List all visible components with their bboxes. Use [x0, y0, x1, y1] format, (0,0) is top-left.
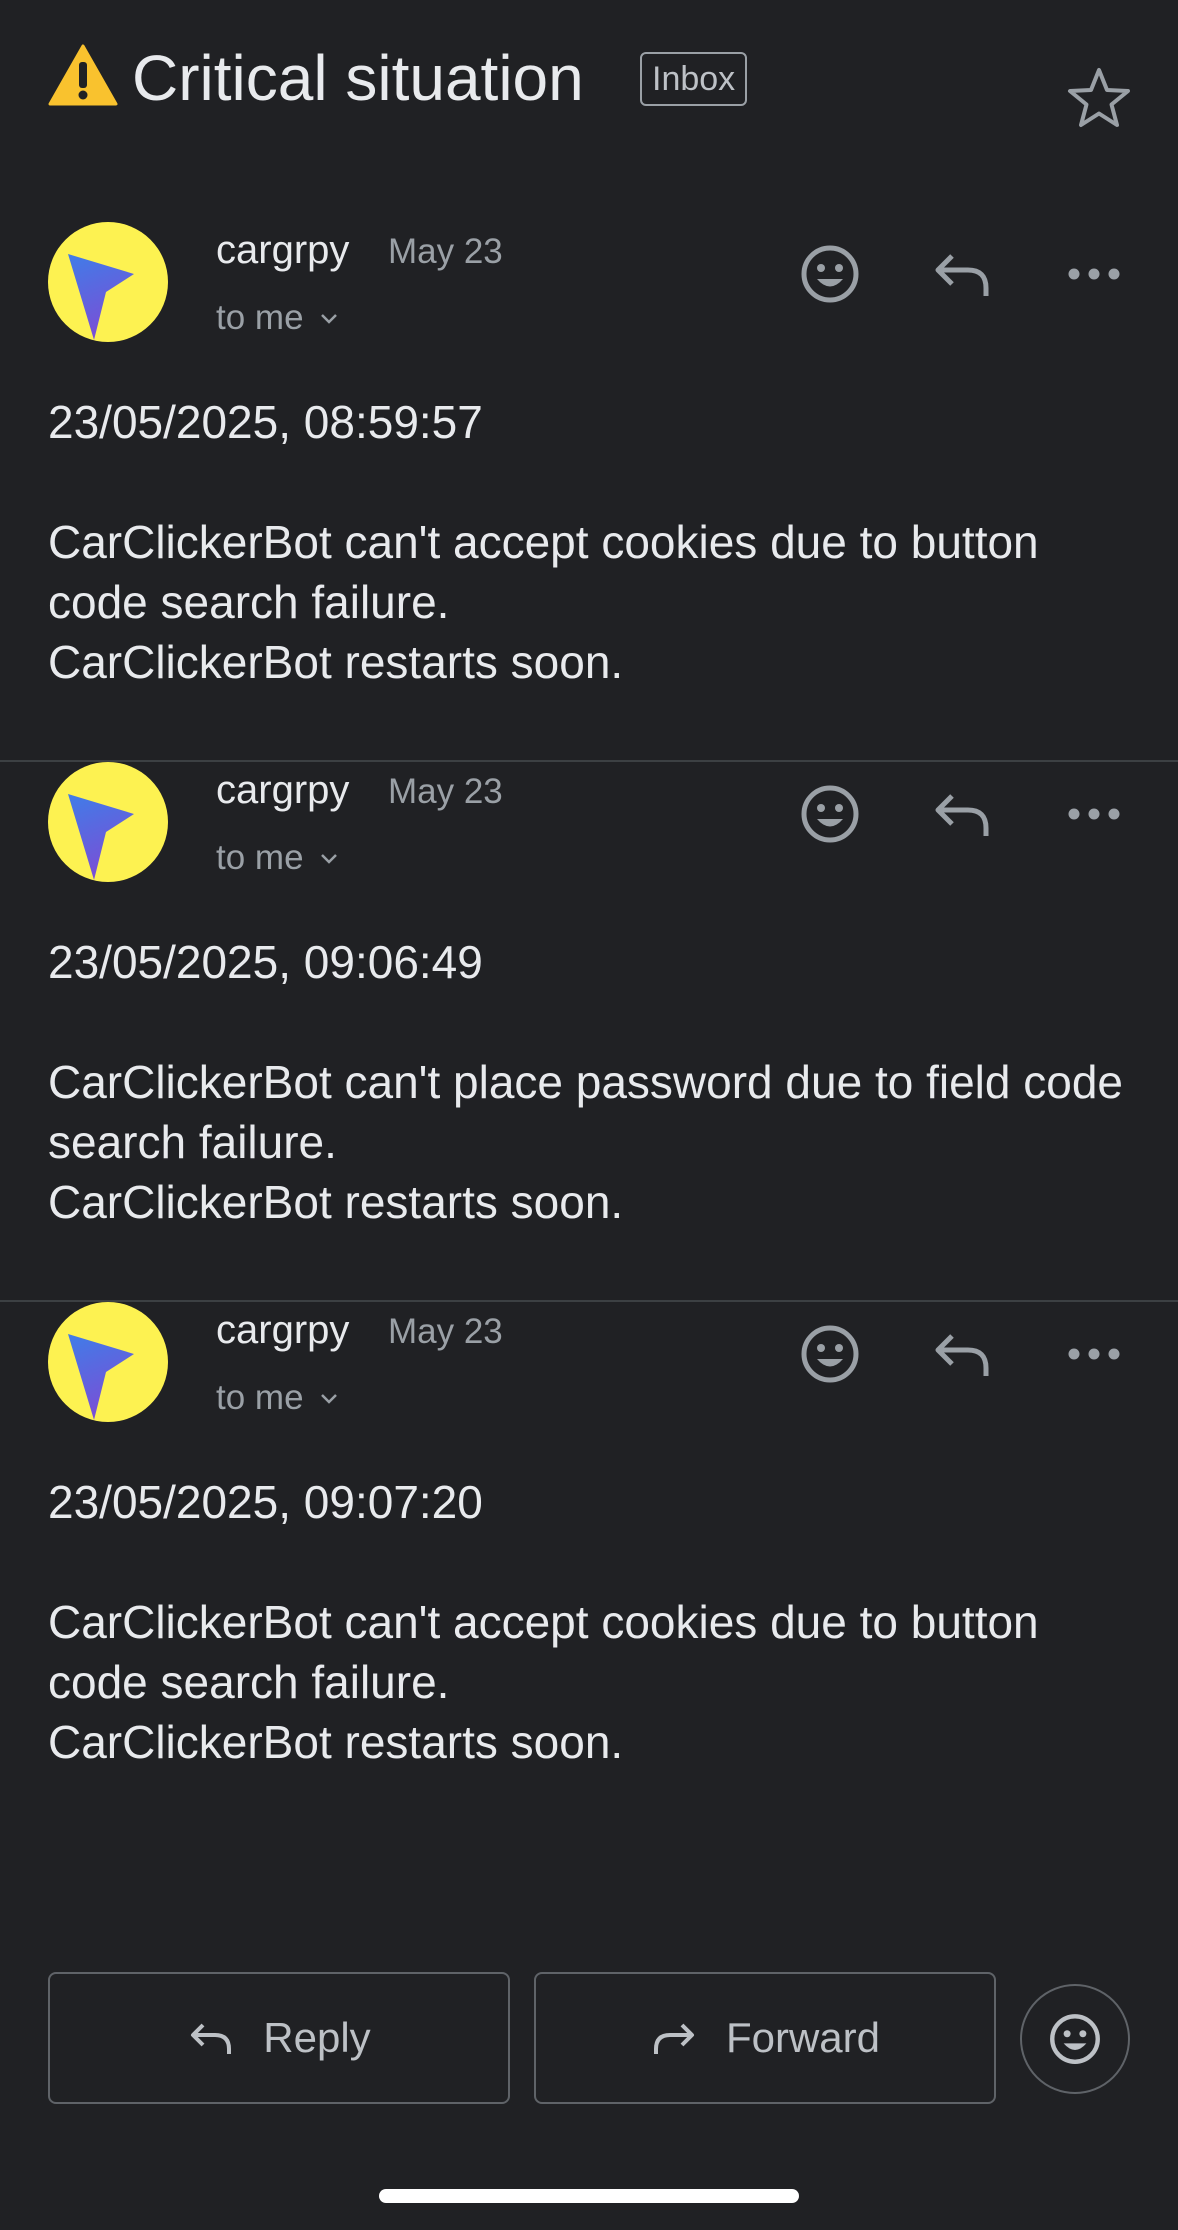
reply-icon[interactable]	[930, 1322, 994, 1386]
message-date: May 23	[388, 1312, 503, 1351]
message-body: 23/05/2025, 09:07:20 CarClickerBot can't…	[48, 1476, 1039, 1768]
recipient-label: to me	[216, 298, 304, 337]
more-horizontal-icon[interactable]	[1062, 1322, 1126, 1386]
navigation-arrow-icon	[68, 794, 134, 880]
warning-icon	[48, 44, 118, 106]
forward-button-label: Forward	[725, 2014, 881, 2061]
avatar[interactable]	[48, 222, 168, 342]
recipient-toggle[interactable]: to me	[216, 1376, 340, 1420]
emoji-reaction-button[interactable]	[1020, 1984, 1130, 2094]
chevron-down-icon	[320, 1394, 337, 1404]
message-body: 23/05/2025, 09:06:49 CarClickerBot can't…	[48, 936, 1124, 1228]
recipient-label: to me	[216, 1378, 304, 1417]
sender-name: cargrpy	[216, 768, 350, 812]
email-thread-view: Critical situation Inbox cargrpy May 23 …	[0, 0, 1178, 2230]
navigation-arrow-icon	[68, 254, 134, 340]
reply-icon[interactable]	[930, 782, 994, 846]
avatar[interactable]	[48, 1302, 168, 1422]
recipient-toggle[interactable]: to me	[216, 836, 340, 880]
reply-button-label: Reply	[263, 2014, 371, 2061]
sender-name: cargrpy	[216, 228, 350, 272]
emoji-reaction-icon[interactable]	[798, 242, 862, 306]
home-indicator[interactable]	[379, 2189, 799, 2203]
message-item: cargrpy May 23 to me 23/05/2025, 09:07:2…	[0, 1302, 1178, 1842]
emoji-reaction-icon	[1050, 2014, 1100, 2064]
chevron-down-icon	[320, 854, 337, 864]
message-body: 23/05/2025, 08:59:57 CarClickerBot can't…	[48, 396, 1039, 688]
avatar[interactable]	[48, 762, 168, 882]
message-date: May 23	[388, 772, 503, 811]
recipient-label: to me	[216, 838, 304, 877]
more-horizontal-icon[interactable]	[1062, 782, 1126, 846]
more-horizontal-icon[interactable]	[1062, 242, 1126, 306]
recipient-toggle[interactable]: to me	[216, 296, 340, 340]
thread-subject: Critical situation	[132, 42, 584, 114]
star-outline-icon[interactable]	[1064, 64, 1134, 134]
forward-button[interactable]: Forward	[534, 1972, 996, 2104]
reply-icon	[191, 2023, 232, 2054]
message-date: May 23	[388, 232, 503, 271]
reply-icon[interactable]	[930, 242, 994, 306]
thread-header: Critical situation Inbox	[48, 40, 1130, 140]
message-item: cargrpy May 23 to me 23/05/2025, 08:59:5…	[0, 222, 1178, 762]
reply-button[interactable]: Reply	[48, 1972, 510, 2104]
sender-name: cargrpy	[216, 1308, 350, 1352]
chevron-down-icon	[320, 314, 337, 324]
inbox-label-badge[interactable]: Inbox	[640, 52, 748, 106]
emoji-reaction-icon[interactable]	[798, 1322, 862, 1386]
message-item: cargrpy May 23 to me 23/05/2025, 09:06:4…	[0, 762, 1178, 1302]
emoji-reaction-icon[interactable]	[798, 782, 862, 846]
navigation-arrow-icon	[68, 1334, 134, 1420]
forward-icon	[653, 2023, 694, 2054]
